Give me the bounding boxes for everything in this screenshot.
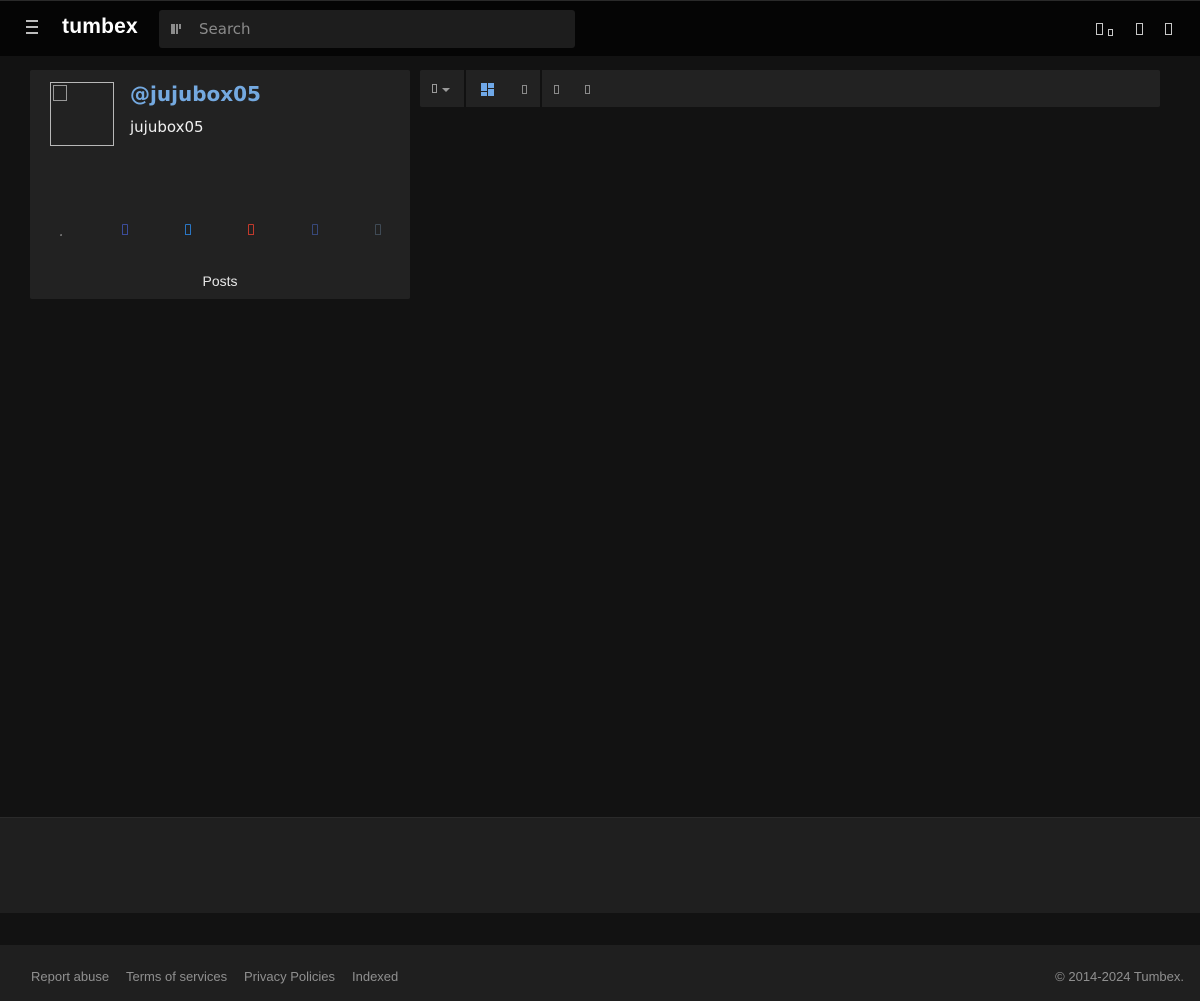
footer: Report abuse Terms of services Privacy P…: [0, 945, 1200, 1001]
facebook-icon[interactable]: [122, 224, 128, 236]
user-icon[interactable]: [1165, 23, 1175, 36]
filter-icon: [432, 84, 437, 93]
hamburger-menu-icon[interactable]: [26, 20, 40, 36]
view-mode-group: [466, 70, 540, 107]
posts-tab[interactable]: Posts: [30, 273, 410, 289]
chevron-down-icon: [442, 88, 450, 92]
blog-display-name: jujubox05: [130, 118, 204, 136]
twitter-icon[interactable]: [185, 224, 191, 236]
blog-handle[interactable]: @jujubox05: [130, 82, 261, 106]
filter-dropdown-button[interactable]: [420, 70, 464, 107]
brand-logo[interactable]: tumbex: [62, 15, 138, 39]
copyright-text: © 2014-2024 Tumbex.: [1055, 969, 1184, 984]
notifications-badge-icon: [1108, 29, 1113, 36]
indexed-link[interactable]: Indexed: [352, 969, 398, 984]
terms-of-services-link[interactable]: Terms of services: [126, 969, 227, 984]
privacy-policies-link[interactable]: Privacy Policies: [244, 969, 335, 984]
grid-view-icon[interactable]: [481, 83, 494, 96]
profile-card: @jujubox05 jujubox05 Posts: [30, 70, 410, 299]
search-bar: [159, 10, 575, 48]
avatar[interactable]: [50, 82, 114, 146]
share-icons-row: [30, 224, 410, 240]
search-icon: [171, 24, 181, 34]
dot-icon[interactable]: [60, 234, 63, 237]
top-navigation-bar: tumbex: [0, 0, 1200, 56]
search-input[interactable]: [199, 10, 569, 48]
notifications-icon[interactable]: [1096, 23, 1106, 36]
next-page-icon[interactable]: [585, 85, 591, 95]
pinterest-icon[interactable]: [248, 224, 254, 236]
settings-icon[interactable]: [1136, 23, 1146, 36]
broken-image-icon: [53, 85, 67, 101]
list-view-icon[interactable]: [522, 85, 528, 95]
tumblr-icon[interactable]: [312, 224, 318, 236]
report-abuse-link[interactable]: Report abuse: [31, 969, 109, 984]
link-icon[interactable]: [375, 224, 381, 236]
view-toolbar: [420, 70, 1160, 107]
previous-page-icon[interactable]: [554, 85, 560, 95]
advertisement-area: [0, 817, 1200, 913]
